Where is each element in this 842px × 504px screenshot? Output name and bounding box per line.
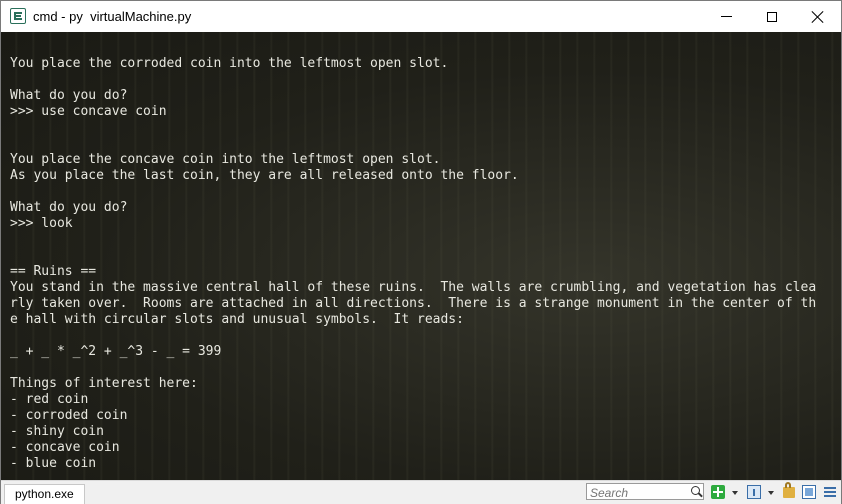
console-line: - corroded coin bbox=[10, 408, 128, 423]
minimize-icon bbox=[720, 16, 732, 17]
new-console-dropdown-icon[interactable] bbox=[732, 491, 738, 495]
lock-icon[interactable] bbox=[783, 482, 795, 498]
split-view-icon[interactable] bbox=[747, 485, 761, 499]
search-box[interactable] bbox=[586, 483, 704, 501]
console-line: >>> look bbox=[10, 216, 73, 231]
console-line: You stand in the massive central hall of… bbox=[10, 280, 817, 295]
title-bar[interactable]: cmd - py virtualMachine.py bbox=[1, 1, 841, 32]
console-line: Things of interest here: bbox=[10, 376, 198, 391]
window-title: cmd - py virtualMachine.py bbox=[33, 9, 192, 24]
maximize-icon bbox=[767, 11, 777, 22]
console-window: cmd - py virtualMachine.py You place the… bbox=[0, 0, 842, 504]
console-line: >>> use concave coin bbox=[10, 104, 167, 119]
console-line: rly taken over. Rooms are attached in al… bbox=[10, 296, 817, 311]
search-icon[interactable] bbox=[691, 486, 700, 495]
console-line: You place the corroded coin into the lef… bbox=[10, 56, 449, 71]
close-icon bbox=[812, 11, 824, 23]
console-line: - red coin bbox=[10, 392, 89, 407]
split-view-dropdown-icon[interactable] bbox=[768, 491, 774, 495]
tab-python-exe[interactable]: python.exe bbox=[4, 484, 85, 504]
console-line: _ + _ * _^2 + _^3 - _ = 399 bbox=[10, 344, 222, 359]
console-app-icon[interactable] bbox=[10, 8, 26, 24]
console-line: - concave coin bbox=[10, 440, 120, 455]
close-button[interactable] bbox=[795, 1, 841, 32]
console-line: What do you do? bbox=[10, 200, 128, 215]
status-bar: python.exe bbox=[1, 480, 841, 504]
console-line: e hall with circular slots and unusual s… bbox=[10, 312, 464, 327]
console-line: - shiny coin bbox=[10, 424, 104, 439]
minimize-button[interactable] bbox=[703, 1, 749, 32]
console-text: You place the corroded coin into the lef… bbox=[10, 56, 816, 472]
console-line: You place the concave coin into the left… bbox=[10, 152, 441, 167]
console-line: As you place the last coin, they are all… bbox=[10, 168, 519, 183]
console-line: What do you do? bbox=[10, 88, 128, 103]
new-console-icon[interactable] bbox=[711, 485, 725, 499]
search-input[interactable] bbox=[587, 485, 689, 501]
console-line: - blue coin bbox=[10, 456, 97, 471]
maximize-button[interactable] bbox=[749, 1, 795, 32]
console-output-area[interactable]: You place the corroded coin into the lef… bbox=[1, 32, 841, 480]
layout-icon[interactable] bbox=[802, 485, 816, 499]
menu-icon[interactable] bbox=[823, 485, 837, 499]
console-line: == Ruins == bbox=[10, 264, 97, 279]
